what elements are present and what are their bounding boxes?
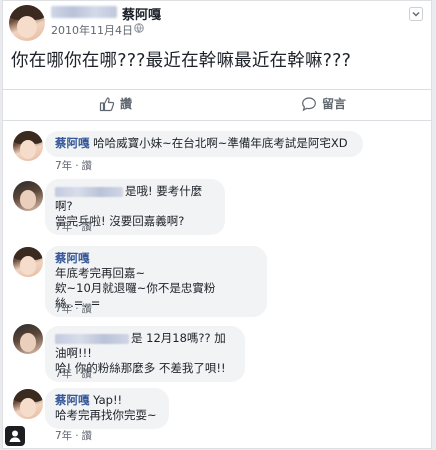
commenter-avatar[interactable] xyxy=(13,389,43,419)
comment-button-label: 留言 xyxy=(322,97,347,111)
author-avatar[interactable] xyxy=(9,5,45,41)
facebook-post: 蔡阿嘎 2010年11月4日 · 你在哪你在哪???最近在幹嘛最近在幹嘛??? … xyxy=(2,0,432,449)
comment-text: 哈哈威寶小妹~在台北啊~準備年底考試是阿宅XD xyxy=(89,136,348,150)
comment-text: 年底考完再回嘉~ xyxy=(55,266,146,280)
commenter-avatar[interactable] xyxy=(13,247,43,277)
chevron-down-icon[interactable] xyxy=(409,7,423,21)
post-actions: 讚 留言 xyxy=(3,89,431,121)
comment-meta: 7年 · 讚 xyxy=(55,368,93,380)
comment-like-link[interactable]: 讚 xyxy=(82,221,93,233)
comment-like-link[interactable]: 讚 xyxy=(82,368,93,380)
comment-text: 哈考完再找你完耍~ xyxy=(55,408,157,422)
commenter-name[interactable]: 蔡阿嘎 xyxy=(55,251,90,265)
comment-meta: 7年 · 讚 xyxy=(55,303,93,315)
comment-text: Yap!! xyxy=(89,393,123,407)
blurred-commenter-name xyxy=(55,186,123,197)
comment-meta: 7年 · 讚 xyxy=(55,160,93,172)
blurred-author-prefix xyxy=(51,6,117,18)
post-header: 蔡阿嘎 2010年11月4日 · xyxy=(3,1,431,41)
profile-shortcut-icon[interactable] xyxy=(5,426,25,446)
comment-like-link[interactable]: 讚 xyxy=(82,430,93,442)
like-button-label: 讚 xyxy=(120,97,133,111)
comment-icon xyxy=(302,96,316,111)
commenter-avatar[interactable] xyxy=(13,324,43,354)
comment-age[interactable]: 7年 xyxy=(55,303,72,315)
comment-age[interactable]: 7年 xyxy=(55,430,72,442)
comment-age[interactable]: 7年 xyxy=(55,160,72,172)
post-text: 你在哪你在哪???最近在幹嘛最近在幹嘛??? xyxy=(11,51,352,71)
author-name[interactable]: 蔡阿嘎 xyxy=(122,4,161,23)
commenter-name[interactable]: 蔡阿嘎 xyxy=(55,393,90,407)
person-icon xyxy=(9,430,21,442)
comment-age[interactable]: 7年 xyxy=(55,221,72,233)
blurred-commenter-name xyxy=(55,333,129,344)
commenter-avatar[interactable] xyxy=(13,131,43,161)
comment-like-link[interactable]: 讚 xyxy=(82,160,93,172)
like-button[interactable]: 讚 xyxy=(99,95,132,112)
globe-icon xyxy=(134,23,144,33)
comment-age[interactable]: 7年 xyxy=(55,368,72,380)
thumbs-up-icon xyxy=(99,96,115,111)
comment-button[interactable]: 留言 xyxy=(301,95,346,112)
comment-meta: 7年 · 讚 xyxy=(55,430,93,442)
comment-bubble: 蔡阿嘎 哈哈威寶小妹~在台北啊~準備年底考試是阿宅XD xyxy=(45,131,363,157)
comment-meta: 7年 · 讚 xyxy=(55,221,93,233)
commenter-name[interactable]: 蔡阿嘎 xyxy=(55,136,90,150)
post-date[interactable]: 2010年11月4日 · xyxy=(51,22,140,38)
comment-like-link[interactable]: 讚 xyxy=(82,303,93,315)
comment-bubble: 蔡阿嘎 Yap!! 哈考完再找你完耍~ xyxy=(45,388,169,429)
commenter-avatar[interactable] xyxy=(13,181,43,211)
